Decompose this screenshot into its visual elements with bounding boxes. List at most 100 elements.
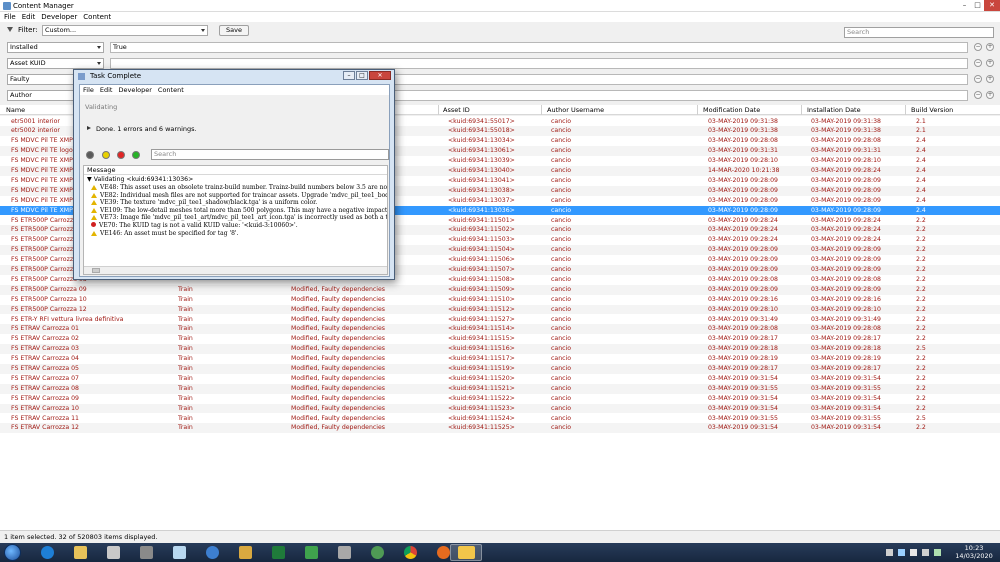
taskbar-app[interactable] [232, 544, 259, 561]
cell-asset-id: <kuid:69341:11519> [448, 365, 515, 372]
add-filter-button[interactable]: + [986, 43, 994, 51]
message-column-header[interactable]: Message [84, 166, 387, 175]
column-separator[interactable] [905, 105, 906, 115]
volume-icon[interactable] [922, 549, 929, 556]
column-header-author[interactable]: Author Username [547, 106, 604, 114]
column-header-asset-id[interactable]: Asset ID [443, 106, 470, 114]
filter-preset-select[interactable]: Custom... [42, 25, 208, 36]
dialog-search-input[interactable]: Search [151, 149, 389, 160]
cell-author: cancio [551, 414, 572, 422]
dialog-close-button[interactable]: ✕ [369, 71, 391, 80]
filter-field-select-2[interactable]: Asset KUID [7, 58, 104, 69]
cell-status: Modified, Faulty dependencies [291, 404, 386, 412]
message-root[interactable]: ▼ Validating <kuid:69341:13036> [87, 176, 193, 184]
dialog-menu-content[interactable]: Content [155, 85, 187, 95]
clock[interactable]: 10:23 14/03/2020 [954, 544, 994, 560]
tray-icon[interactable] [886, 549, 893, 556]
dialog-minimize-button[interactable]: – [343, 71, 355, 80]
table-row[interactable]: FS ETR500P Carrozza 12 Train Modified, Fau… [0, 304, 1000, 315]
dialog-maximize-button[interactable]: □ [356, 71, 368, 80]
table-row[interactable]: FS ETRAV Carrozza 10 Train Modified, Fault… [0, 403, 1000, 414]
taskbar-excel[interactable] [265, 544, 292, 561]
table-row[interactable]: FS ETRAV Carrozza 05 Train Modified, Fault… [0, 364, 1000, 374]
horizontal-scrollbar[interactable] [84, 266, 387, 274]
table-row[interactable]: FS ETRAV Carrozza 07 Train Modified, Fault… [0, 374, 1000, 384]
table-row[interactable]: FS ETRAV Carrozza 12 Train Modified, Fault… [0, 423, 1000, 434]
filter-value-select-1[interactable]: True [110, 42, 968, 53]
expand-arrow-icon[interactable] [87, 126, 91, 130]
remove-filter-button[interactable]: − [974, 75, 982, 83]
cell-name: FS ETR-Y RFI vettura livrea definitiva [11, 315, 124, 323]
remove-filter-button[interactable]: − [974, 91, 982, 99]
flag-icon[interactable] [910, 549, 917, 556]
close-button[interactable]: ✕ [984, 0, 1000, 11]
tray-icon[interactable] [934, 549, 941, 556]
scrollbar-thumb[interactable] [92, 268, 100, 273]
message-item[interactable]: VE39: The texture 'mdvc_pil_tee1_shadow/… [91, 199, 387, 207]
remove-filter-button[interactable]: − [974, 43, 982, 51]
table-row[interactable]: FS ETRAV Carrozza 04 Train Modified, Fault… [0, 354, 1000, 364]
network-icon[interactable] [898, 549, 905, 556]
column-header-modification-date[interactable]: Modification Date [703, 106, 760, 114]
dialog-menu-developer[interactable]: Developer [115, 85, 154, 95]
menu-content[interactable]: Content [80, 12, 114, 22]
column-separator[interactable] [697, 105, 698, 115]
cell-modification-date: 03-MAY-2019 09:31:55 [708, 384, 778, 392]
taskbar-app[interactable] [331, 544, 358, 561]
table-row[interactable]: FS ETRAV Carrozza 03 Train Modified, Fault… [0, 344, 1000, 355]
filter-value-input-2[interactable] [110, 58, 968, 69]
taskbar-app[interactable] [100, 544, 127, 561]
taskbar-app[interactable] [364, 544, 391, 561]
add-filter-button[interactable]: + [986, 75, 994, 83]
taskbar-app[interactable] [199, 544, 226, 561]
column-header-build-version[interactable]: Build Version [911, 106, 953, 114]
add-filter-button[interactable]: + [986, 91, 994, 99]
menu-edit[interactable]: Edit [19, 12, 39, 22]
save-button[interactable]: Save [219, 25, 249, 36]
ok-filter-button[interactable] [132, 151, 140, 159]
table-row[interactable]: FS ETRAV Carrozza 09 Train Modified, Fault… [0, 394, 1000, 404]
table-row[interactable]: FS ETR-Y RFI vettura livrea definitiva Tr… [0, 315, 1000, 325]
table-row[interactable]: FS ETR500P Carrozza 09 Train Modified, Fau… [0, 284, 1000, 295]
table-row[interactable]: FS ETRAV Carrozza 08 Train Modified, Fault… [0, 383, 1000, 394]
table-row[interactable]: FS ETR500P Carrozza 10 Train Modified, Fau… [0, 295, 1000, 305]
maximize-button[interactable]: □ [971, 0, 984, 11]
app-icon [140, 546, 153, 559]
table-row[interactable]: FS ETRAV Carrozza 01 Train Modified, Fault… [0, 324, 1000, 335]
taskbar-app[interactable] [298, 544, 325, 561]
dialog-menu-edit[interactable]: Edit [97, 85, 116, 95]
message-item[interactable]: VE73: Image file 'mdvc_pil_tee1_art/mdvc… [91, 214, 387, 222]
table-row[interactable]: FS ETRAV Carrozza 11 Train Modified, Fault… [0, 414, 1000, 424]
column-header-installation-date[interactable]: Installation Date [807, 106, 861, 114]
warnings-filter-button[interactable] [102, 151, 110, 159]
title-bar: Content Manager – □ ✕ [0, 0, 1000, 12]
show-all-filter-button[interactable] [86, 151, 94, 159]
taskbar-content-manager[interactable] [450, 544, 482, 561]
filter-field-select-1[interactable]: Installed [7, 42, 104, 53]
message-item[interactable]: VE48: This asset uses an obsolete trainz… [91, 184, 387, 192]
remove-filter-button[interactable]: − [974, 59, 982, 67]
minimize-button[interactable]: – [958, 0, 971, 11]
message-item[interactable]: VE146: An asset must be specified for ta… [91, 230, 387, 238]
message-item[interactable]: VE82: Individual mesh files are not supp… [91, 192, 387, 200]
cell-asset-id: <kuid:69341:11517> [448, 355, 515, 363]
taskbar-explorer[interactable] [67, 544, 94, 561]
column-header-name[interactable]: Name [6, 106, 25, 114]
errors-filter-button[interactable] [117, 151, 125, 159]
add-filter-button[interactable]: + [986, 59, 994, 67]
dialog-menu-file[interactable]: File [80, 85, 97, 95]
start-button[interactable] [4, 544, 21, 561]
message-item[interactable]: VE109: The low-detail meshes total more … [91, 207, 387, 215]
taskbar-chrome[interactable] [397, 544, 424, 561]
column-separator[interactable] [541, 105, 542, 115]
table-row[interactable]: FS ETRAV Carrozza 02 Train Modified, Fault… [0, 334, 1000, 344]
column-separator[interactable] [801, 105, 802, 115]
menu-developer[interactable]: Developer [38, 12, 80, 22]
taskbar-app[interactable] [133, 544, 160, 561]
taskbar-app[interactable] [166, 544, 193, 561]
column-separator[interactable] [438, 105, 439, 115]
taskbar-ie[interactable] [34, 544, 61, 561]
search-input[interactable]: Search [844, 27, 994, 38]
message-item[interactable]: VE70: The KUID tag is not a valid KUID v… [91, 222, 387, 230]
menu-file[interactable]: File [0, 12, 19, 22]
